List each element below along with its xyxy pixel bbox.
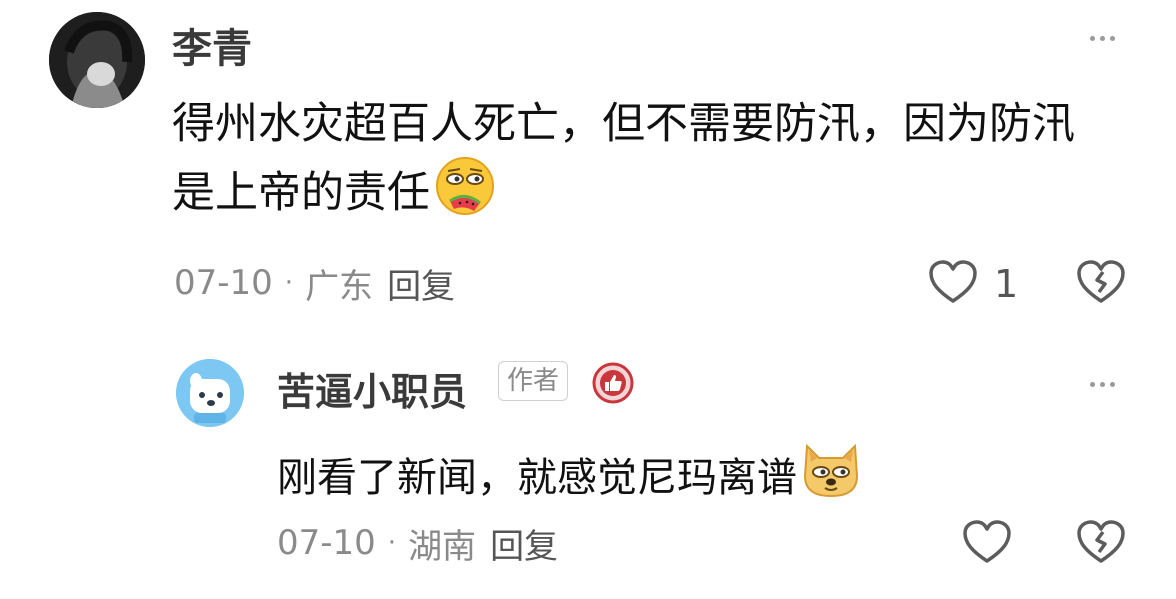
more-dots-icon[interactable] [1090, 382, 1115, 387]
comment-text-line-2-text: 是上帝的责任 [172, 168, 430, 218]
author-badge: 作者 [498, 361, 569, 401]
melon-eating-face-emoji-icon [434, 155, 496, 231]
reply-button[interactable]: 回复 [387, 259, 455, 308]
meta-separator: · [387, 528, 397, 558]
comment-text-line-1: 得州水灾超百人死亡，但不需要防汛，因为防汛 [172, 99, 1075, 149]
comment-meta: 07-10 · 广东 回复 [174, 262, 455, 307]
reply-avatar[interactable] [176, 359, 244, 427]
commenter-name[interactable]: 李青 [172, 16, 252, 74]
broken-heart-icon [1076, 519, 1126, 569]
comment-location: 广东 [305, 266, 374, 307]
reply-text-content: 刚看了新闻，就感觉尼玛离谱 [277, 454, 797, 501]
like-button[interactable] [962, 519, 1012, 569]
doge-emoji-icon [799, 440, 863, 515]
thumbs-up-badge-icon [592, 362, 634, 408]
comment-text-line-2: 是上帝的责任 [172, 155, 496, 231]
heart-outline-icon [962, 519, 1012, 569]
reply-meta: 07-10 · 湖南 回复 [277, 522, 558, 567]
dislike-button[interactable] [1076, 519, 1126, 569]
reply-button[interactable]: 回复 [490, 519, 558, 568]
meta-separator: · [284, 268, 294, 298]
reply-date: 07-10 [277, 523, 376, 563]
reply-text: 刚看了新闻，就感觉尼玛离谱 [277, 440, 863, 515]
reply-author-name[interactable]: 苦逼小职员 [277, 361, 467, 416]
broken-heart-icon [1076, 259, 1126, 309]
commenter-avatar[interactable] [49, 12, 145, 108]
comment-date: 07-10 [174, 263, 273, 303]
reply-location: 湖南 [408, 526, 477, 567]
heart-outline-icon [928, 259, 978, 309]
like-button[interactable]: 1 [928, 259, 1018, 309]
dislike-button[interactable] [1076, 259, 1126, 309]
more-dots-icon[interactable] [1090, 36, 1115, 41]
like-count: 1 [994, 262, 1019, 306]
